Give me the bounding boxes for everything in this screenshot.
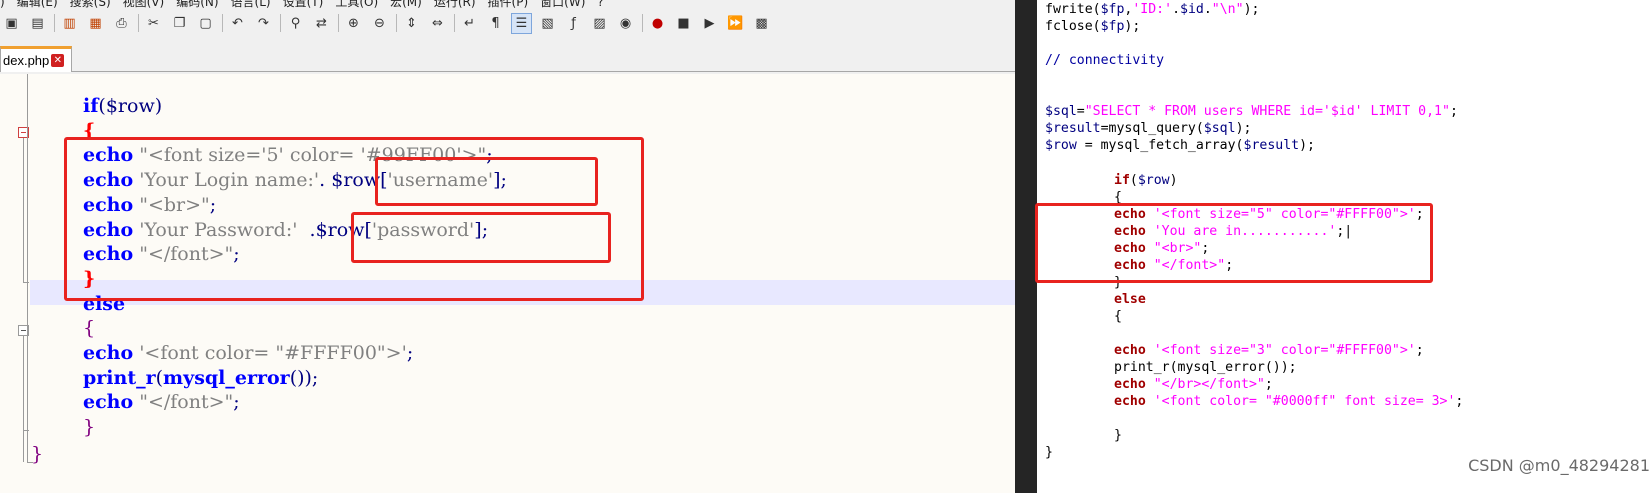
fold-margin xyxy=(0,74,33,493)
annotation-box xyxy=(1035,203,1433,283)
doc-map-icon[interactable]: ▧ xyxy=(538,14,557,33)
save-all-icon[interactable]: ▤ xyxy=(28,14,47,33)
code-line: print_r(mysql_error()); xyxy=(1114,360,1297,376)
find-icon[interactable]: ⚲ xyxy=(286,14,305,33)
code-line: fwrite($fp,'ID:'.$id."\n"); xyxy=(1045,2,1260,17)
close-all-icon[interactable]: ▦ xyxy=(86,14,105,33)
menu-item[interactable]: 搜索(S) xyxy=(70,0,111,9)
code-listing-panel: fwrite($fp,'ID:'.$id."\n"); fclose($fp); /… xyxy=(1035,0,1650,493)
menu-item[interactable]: 宏(M) xyxy=(390,0,422,9)
closing-brace: } xyxy=(31,443,44,465)
replace-icon[interactable]: ⇄ xyxy=(312,14,331,33)
redo-icon[interactable]: ↷ xyxy=(254,14,273,33)
sync-horizontal-icon[interactable]: ⇔ xyxy=(428,14,447,33)
cut-icon[interactable]: ✂ xyxy=(144,14,163,33)
menu-item[interactable]: 运行(R) xyxy=(434,0,476,9)
code-line: else xyxy=(1114,291,1146,307)
toolbar: ▣ ▤ ▥ ▦ ⎙ ✂ ❐ ▢ ↶ ↷ ⚲ ⇄ ⊕ ⊖ ⇕ ⇔ ↵ ¶ ☰ ▧ ƒ ▨ ◉ ● ■ ▶ ⏩ ▩ xyxy=(0,10,1015,36)
code-line: { xyxy=(1114,308,1122,324)
menu-item[interactable]: 视图(V) xyxy=(123,0,165,9)
record-macro-icon[interactable]: ● xyxy=(648,14,667,33)
code-line: } xyxy=(1114,428,1122,444)
word-wrap-icon[interactable]: ↵ xyxy=(460,14,479,33)
notepad-plus-plus-window: ) 编辑(E) 搜索(S) 视图(V) 编码(N) 语言(L) 设置(T) 工具(O) 宏(M)… xyxy=(0,0,1015,493)
function-list-icon[interactable]: ƒ xyxy=(564,14,583,33)
code-line: $result=mysql_query($sql); xyxy=(1045,121,1252,137)
code-line: if($row) xyxy=(83,95,163,117)
menu-item[interactable]: 语言(L) xyxy=(231,0,271,9)
menu-item[interactable]: ? xyxy=(597,0,603,9)
code-line: echo '<font size="3" color="#FFFF00">'; xyxy=(1114,343,1424,358)
code-line: echo "</font>"; xyxy=(83,391,240,414)
stop-macro-icon[interactable]: ■ xyxy=(674,14,693,33)
menu-bar: ) 编辑(E) 搜索(S) 视图(V) 编码(N) 语言(L) 设置(T) 工具(O) 宏(M)… xyxy=(0,0,1015,9)
tab-label: dex.php xyxy=(3,53,50,68)
code-line: echo "</br></font>"; xyxy=(1114,377,1273,393)
code-line: echo '<font color= "#FFFF00">'; xyxy=(83,342,414,364)
play-macro-icon[interactable]: ▶ xyxy=(700,14,719,33)
menu-item[interactable]: 编辑(E) xyxy=(17,0,58,9)
sync-vertical-icon[interactable]: ⇕ xyxy=(402,14,421,33)
code-line: } xyxy=(1045,445,1053,461)
tab-close-icon[interactable]: ✕ xyxy=(51,54,65,67)
run-macro-multiple-icon[interactable]: ⏩ xyxy=(726,14,745,33)
zoom-in-icon[interactable]: ⊕ xyxy=(344,14,363,33)
code-line: $row = mysql_fetch_array($result); xyxy=(1045,138,1315,154)
indent-guide-icon[interactable]: ☰ xyxy=(511,12,532,34)
code-line: fclose($fp); xyxy=(1045,19,1141,35)
menu-item[interactable]: 插件(P) xyxy=(488,0,529,9)
annotation-box xyxy=(351,212,611,263)
code-line: // connectivity xyxy=(1045,53,1165,69)
print-icon[interactable]: ⎙ xyxy=(112,14,131,33)
folder-workspace-icon[interactable]: ▨ xyxy=(590,14,609,33)
zoom-out-icon[interactable]: ⊖ xyxy=(370,14,389,33)
show-all-chars-icon[interactable]: ¶ xyxy=(486,14,505,33)
copy-icon[interactable]: ❐ xyxy=(170,14,189,33)
watermark: CSDN @m0_48294281 xyxy=(1468,456,1650,475)
code-line: $sql="SELECT * FROM users WHERE id='$id'… xyxy=(1045,104,1458,120)
annotation-box xyxy=(375,157,598,206)
code-line: echo '<font color= "#0000ff" font size= … xyxy=(1114,394,1464,410)
menu-item[interactable]: 窗口(W) xyxy=(540,0,585,9)
window-divider xyxy=(1015,0,1037,493)
tab-index-php[interactable]: dex.php ✕ xyxy=(0,46,72,72)
paste-icon[interactable]: ▢ xyxy=(196,14,215,33)
undo-icon[interactable]: ↶ xyxy=(228,14,247,33)
code-line: } xyxy=(83,416,96,439)
menu-item[interactable]: 编码(N) xyxy=(176,0,218,9)
save-icon[interactable]: ▣ xyxy=(2,14,21,33)
menu-item[interactable]: ) xyxy=(0,0,5,9)
code-line: if($row) xyxy=(1114,172,1178,188)
save-macro-icon[interactable]: ▩ xyxy=(752,14,771,33)
code-line: print_r(mysql_error()); xyxy=(83,366,319,389)
monitor-icon[interactable]: ◉ xyxy=(616,14,635,33)
close-icon[interactable]: ▥ xyxy=(60,14,79,33)
tab-bar: dex.php ✕ xyxy=(0,44,1015,72)
menu-item[interactable]: 设置(T) xyxy=(283,0,324,9)
code-line: { xyxy=(83,317,96,340)
menu-item[interactable]: 工具(O) xyxy=(335,0,378,9)
